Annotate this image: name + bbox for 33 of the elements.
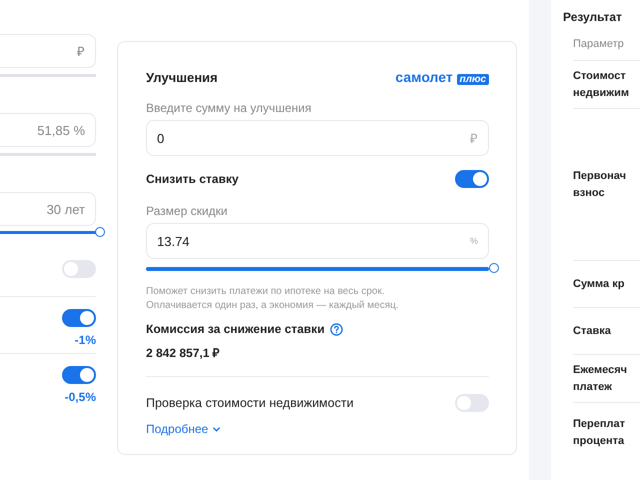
toggle-switch[interactable] [455, 170, 489, 188]
field-label: Введите сумму на улучшения [146, 101, 312, 115]
input-field[interactable]: ₽ [0, 34, 96, 68]
amount-field[interactable]: 0 ₽ [146, 120, 489, 156]
field-label: Размер скидки [146, 204, 228, 218]
hint-text: Оплачивается один раз, а экономия — каждый месяц. [146, 300, 400, 311]
commission-value: 2 842 857,1 ₽ [146, 345, 221, 361]
hint-text: Поможет снизить платежи по ипотеке на весь срок. [146, 286, 386, 297]
toggle-switch[interactable] [62, 366, 96, 384]
brand-logo: самолет плюс [395, 69, 489, 85]
table-cell-text: Первонач взнос [573, 168, 626, 200]
chevron-down-icon [212, 424, 222, 434]
table-cell-text: Переплат процента [573, 417, 625, 449]
table-cell-text: Сумма кр [573, 276, 624, 292]
commission-label: Комиссия за снижение ставки [146, 322, 325, 336]
discount-note: -1% [74, 333, 96, 347]
toggle-label: Снизить ставку [146, 172, 239, 186]
results-title: Результат [563, 10, 623, 24]
help-icon[interactable] [330, 322, 343, 336]
table-cell-text: Ставка [573, 324, 611, 338]
discount-field[interactable]: 13.74 % [146, 223, 489, 259]
toggle-label: Проверка стоимости недвижимости [146, 396, 354, 410]
column-header: Параметр [573, 24, 640, 61]
discount-note: -0,5% [64, 390, 96, 404]
input-field[interactable]: 51,85 % [0, 113, 96, 147]
table-cell-text: Стоимост недвижим [573, 68, 629, 100]
toggle-switch[interactable] [62, 309, 96, 327]
card-title: Улучшения [146, 70, 218, 84]
input-field[interactable]: 30 лет [0, 192, 96, 226]
toggle-switch[interactable] [455, 394, 489, 412]
toggle-switch[interactable] [62, 260, 96, 278]
table-cell-text: Ежемесяч платеж [573, 362, 627, 394]
more-link[interactable]: Подробнее [146, 422, 222, 436]
